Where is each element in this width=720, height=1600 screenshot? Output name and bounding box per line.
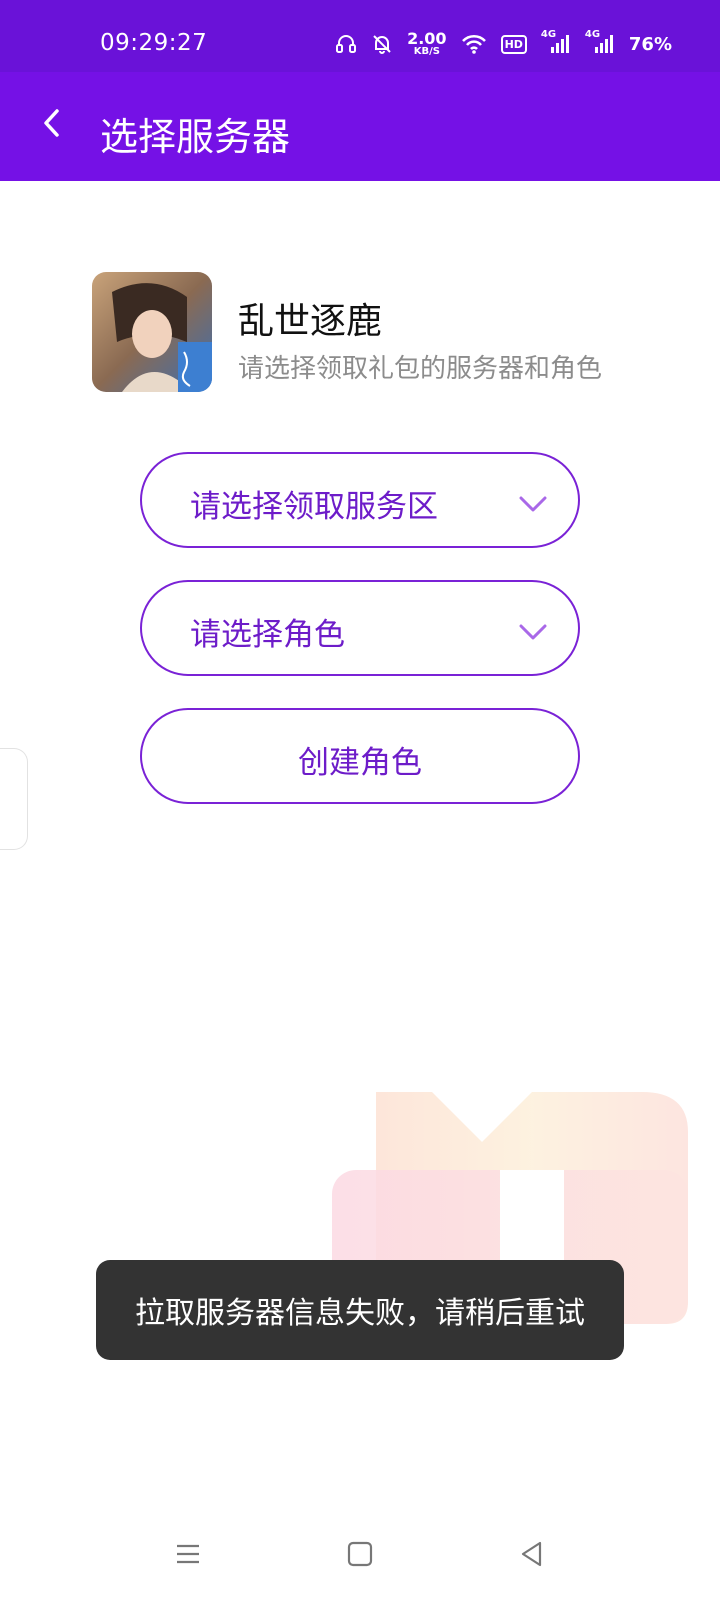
app-bar: 选择服务器 [0, 72, 720, 181]
page-title: 选择服务器 [100, 115, 291, 159]
chevron-left-icon [40, 107, 62, 143]
status-icons: 2.00 KB/S HD 4G 4G 76% [335, 29, 672, 57]
battery-level: 76% [628, 33, 672, 55]
system-nav-bar [0, 1520, 720, 1592]
game-icon [92, 272, 212, 392]
menu-icon [174, 1540, 202, 1572]
bell-off-icon [371, 33, 393, 55]
net-speed: 2.00 KB/S [407, 31, 446, 57]
status-bar: 09:29:27 2.00 KB/S HD 4G 4G 76% [0, 0, 720, 72]
hd-badge: HD [500, 34, 527, 54]
server-select-label: 请选择领取服务区 [190, 489, 438, 525]
nav-home-button[interactable] [340, 1536, 380, 1576]
server-select[interactable]: 请选择领取服务区 [140, 452, 580, 548]
signal-2-label: 4G [584, 29, 601, 40]
triangle-back-icon [518, 1540, 546, 1572]
nav-back-button[interactable] [512, 1536, 552, 1576]
signal-icon: 4G [541, 29, 571, 55]
chevron-down-icon [518, 488, 548, 512]
home-icon [346, 1540, 374, 1572]
game-header: 乱世逐鹿 请选择领取礼包的服务器和角色 [92, 272, 652, 392]
chevron-down-icon [518, 616, 548, 640]
headphones-icon [335, 33, 357, 55]
role-select-label: 请选择角色 [190, 617, 345, 653]
wifi-icon [461, 33, 487, 55]
signal-1-label: 4G [540, 29, 557, 40]
game-subtitle: 请选择领取礼包的服务器和角色 [238, 354, 603, 384]
floating-side-handle[interactable] [0, 748, 28, 850]
nav-menu-button[interactable] [168, 1536, 208, 1576]
create-role-button[interactable]: 创建角色 [140, 708, 580, 804]
signal-icon: 4G [585, 29, 615, 55]
status-time: 09:29:27 [100, 30, 208, 56]
toast-message: 拉取服务器信息失败，请稍后重试 [96, 1260, 624, 1360]
net-speed-unit: KB/S [413, 46, 440, 57]
net-speed-value: 2.00 [407, 29, 447, 48]
toast-text: 拉取服务器信息失败，请稍后重试 [135, 1296, 585, 1331]
back-button[interactable] [26, 100, 76, 150]
role-select[interactable]: 请选择角色 [140, 580, 580, 676]
game-name: 乱世逐鹿 [238, 301, 383, 342]
create-role-label: 创建角色 [298, 745, 422, 781]
